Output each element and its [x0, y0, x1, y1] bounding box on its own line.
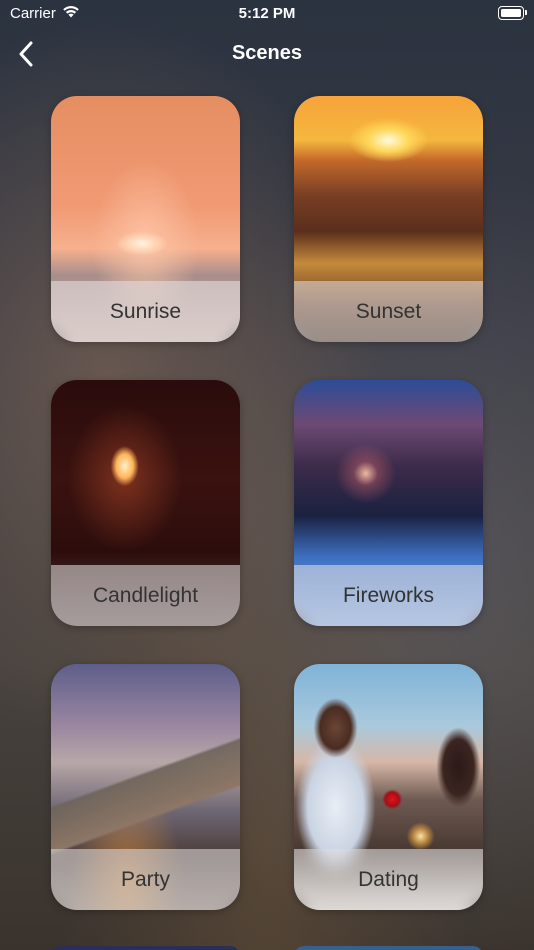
- scenes-screen: Carrier 5:12 PM Scenes Sunrise Sunset Ca…: [0, 0, 534, 950]
- scene-label: Fireworks: [342, 583, 434, 607]
- scene-card-partial[interactable]: [294, 946, 483, 950]
- scene-card-party[interactable]: Party: [51, 664, 240, 910]
- scene-card-partial[interactable]: [51, 946, 240, 950]
- scene-label-band: Sunrise: [51, 281, 240, 342]
- scene-label-band: Party: [51, 849, 240, 910]
- scene-label-band: Dating: [294, 849, 483, 910]
- status-bar: Carrier 5:12 PM: [0, 0, 534, 28]
- scene-card-sunset[interactable]: Sunset: [294, 96, 483, 342]
- scene-card-fireworks[interactable]: Fireworks: [294, 380, 483, 626]
- battery-icon: [498, 6, 527, 20]
- scene-label: Party: [120, 867, 170, 891]
- scene-label: Dating: [358, 867, 419, 891]
- scene-label: Candlelight: [92, 583, 199, 607]
- page-title: Scenes: [231, 42, 303, 64]
- navigation-bar: Scenes: [0, 30, 534, 78]
- scene-label: Sunset: [355, 299, 422, 323]
- scene-card-sunrise[interactable]: Sunrise: [51, 96, 240, 342]
- status-time: 5:12 PM: [238, 5, 296, 22]
- scene-label-band: Sunset: [294, 281, 483, 342]
- scene-label-band: Candlelight: [51, 565, 240, 626]
- scene-label: Sunrise: [109, 299, 182, 323]
- scene-card-dating[interactable]: Dating: [294, 664, 483, 910]
- scene-card-candlelight[interactable]: Candlelight: [51, 380, 240, 626]
- scene-label-band: Fireworks: [294, 565, 483, 626]
